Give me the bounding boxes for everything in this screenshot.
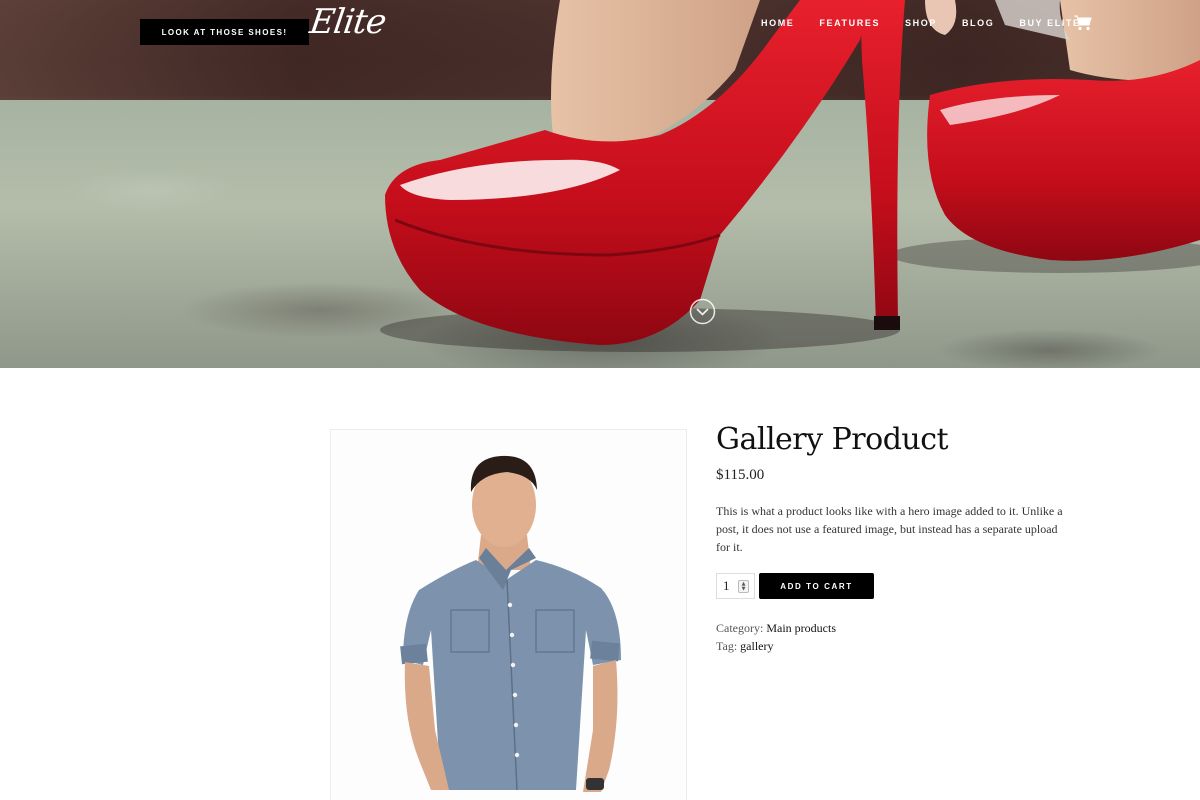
product-price: $115.00 [716,467,765,483]
site-logo[interactable]: Elite [307,2,388,42]
tag-label: Tag: [716,639,738,653]
quantity-field[interactable]: ▲ ▼ [716,573,755,599]
main-nav: HOME FEATURES SHOP BLOG BUY ELITE [761,17,1106,29]
category-link[interactable]: Main products [766,621,836,635]
add-to-cart-button[interactable]: ADD TO CART [759,573,874,599]
nav-item-shop[interactable]: SHOP [905,17,937,29]
product-image[interactable] [330,429,687,800]
product-category: Category: Main products [716,621,836,636]
product-title: Gallery Product [716,422,949,457]
chevron-down-circle-icon[interactable] [689,298,716,325]
product-tag: Tag: gallery [716,639,773,654]
quantity-input[interactable] [723,578,737,594]
look-at-shoes-button[interactable]: LOOK AT THOSE SHOES! [140,19,309,45]
stepper-down-icon[interactable]: ▼ [742,586,746,592]
nav-item-buy-elite[interactable]: BUY ELITE [1019,17,1080,29]
hero-shoes-image [380,0,1200,352]
nav-item-blog[interactable]: BLOG [962,17,994,29]
nav-item-home[interactable]: HOME [761,17,794,29]
hero-banner: LOOK AT THOSE SHOES! Elite HOME FEATURES… [0,0,1200,368]
quantity-stepper[interactable]: ▲ ▼ [738,580,749,593]
product-description: This is what a product looks like with a… [716,504,1063,554]
category-label: Category: [716,621,764,635]
product-photo-man [331,430,686,800]
tag-link[interactable]: gallery [740,639,773,653]
shopping-cart-icon[interactable] [1074,15,1092,31]
nav-item-features[interactable]: FEATURES [819,17,880,29]
